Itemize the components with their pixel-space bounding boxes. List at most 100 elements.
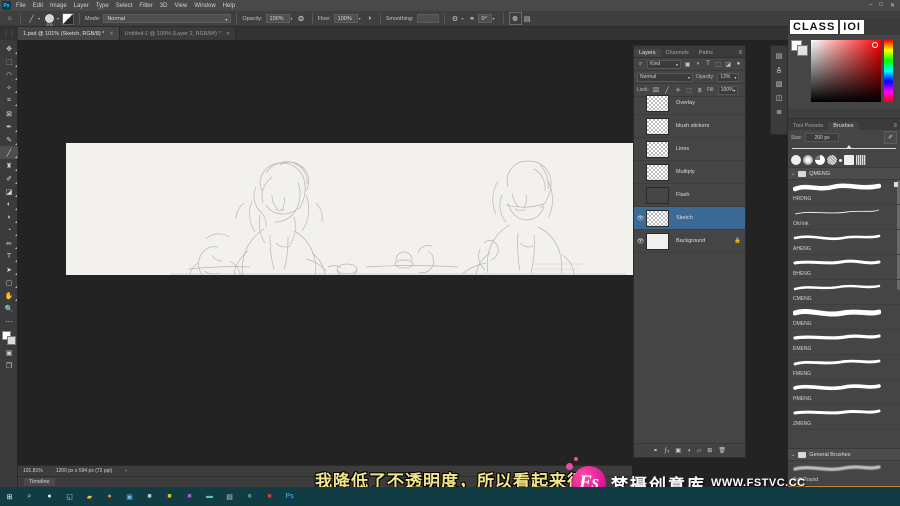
menu-edit[interactable]: Edit <box>33 3 43 9</box>
foreground-background-color[interactable] <box>0 330 18 346</box>
new-layer-icon[interactable]: ⊞ <box>707 447 712 454</box>
layer-thumbnail[interactable] <box>646 163 669 181</box>
eraser-tool[interactable]: ◪ <box>0 185 18 198</box>
brush-item[interactable]: BHENG <box>788 255 900 280</box>
menu-type[interactable]: Type <box>96 3 109 9</box>
symmetry-icon[interactable]: ⚭ <box>467 13 478 24</box>
browser-icon[interactable]: ● <box>104 491 115 502</box>
smoothing-input[interactable] <box>416 14 439 23</box>
paragraph-panel-icon[interactable]: ▧ <box>771 77 787 91</box>
brush-tip-3[interactable] <box>815 155 825 165</box>
menu-layer[interactable]: Layer <box>74 3 89 9</box>
layer-thumbnail[interactable] <box>646 209 669 227</box>
layer-row[interactable]: Flash <box>634 184 745 207</box>
brush-preset-chevron-icon[interactable]: ▾ <box>57 16 59 21</box>
move-tool[interactable]: ✥ <box>0 42 18 55</box>
brush-tip-2[interactable] <box>803 155 813 165</box>
canvas-area[interactable] <box>18 40 633 465</box>
layer-blend-mode-select[interactable]: Normal ▾ <box>637 72 693 82</box>
hand-tool[interactable]: ✋ <box>0 289 18 302</box>
screen-mode-button[interactable]: ❐ <box>0 359 18 372</box>
opacity-chevron-icon[interactable]: ▾ <box>291 16 293 21</box>
layer-thumbnail[interactable] <box>646 94 669 112</box>
brush-settings-icon[interactable] <box>62 12 75 25</box>
explorer-icon[interactable]: ▰ <box>84 491 95 502</box>
close-icon[interactable]: ✕ <box>226 31 230 37</box>
brush-item[interactable]: ZMENG <box>788 405 900 430</box>
filter-type-icon[interactable]: T <box>704 61 711 67</box>
layer-thumbnail[interactable] <box>646 117 669 135</box>
app-icon-teal[interactable]: ▬ <box>204 491 215 502</box>
app-icon-red[interactable]: ■ <box>264 491 275 502</box>
eye-icon[interactable]: 👁 <box>636 215 645 222</box>
app-icon-yellow[interactable]: ■ <box>164 491 175 502</box>
close-button[interactable]: ✕ <box>890 2 895 9</box>
tab-brushes[interactable]: Brushes <box>828 122 859 130</box>
properties-panel-icon[interactable]: ≣ <box>771 105 787 119</box>
home-icon[interactable]: ⌂ <box>4 13 15 24</box>
delete-layer-icon[interactable]: 🗑 <box>718 447 726 454</box>
opacity-input[interactable]: 100% <box>265 14 290 23</box>
brush-item[interactable]: DMENG <box>788 305 900 330</box>
layer-row[interactable]: Multiply <box>634 161 745 184</box>
pressure-size-icon[interactable]: ❁ <box>508 12 522 25</box>
brush-item[interactable]: FMENG <box>788 355 900 380</box>
angle-input[interactable]: 0° <box>477 14 492 23</box>
menu-filter[interactable]: Filter <box>139 3 152 9</box>
layer-opacity-input[interactable]: 13% ▾ <box>717 72 740 82</box>
brush-size-input[interactable]: 200 px <box>805 133 840 142</box>
gear-icon[interactable]: ⚙ <box>450 13 461 24</box>
type-tool[interactable]: T <box>0 250 18 263</box>
chevron-down-icon[interactable]: ▾ <box>38 16 40 21</box>
frame-tool[interactable]: ⊠ <box>0 107 18 120</box>
healing-brush-tool[interactable]: ✎ <box>0 133 18 146</box>
app-icon-purple[interactable]: ■ <box>184 491 195 502</box>
maximize-button[interactable]: □ <box>879 2 883 9</box>
brush-tip-6[interactable] <box>844 155 854 165</box>
panel-menu-icon[interactable]: ≡ <box>893 123 900 130</box>
quick-selection-tool[interactable]: ✧ <box>0 81 18 94</box>
filter-pixel-icon[interactable]: ▣ <box>684 61 691 68</box>
layer-list[interactable]: Overlay blush stickers Lines Multiply Fl <box>634 92 745 434</box>
tab-tool-presets[interactable]: Tool Presets <box>788 122 828 130</box>
edit-toolbar-button[interactable]: ⋯ <box>0 315 18 328</box>
layer-row[interactable]: 👁 Background 🔒 <box>634 230 745 253</box>
tab-channels[interactable]: Channels <box>661 49 694 57</box>
marquee-tool[interactable]: ⬚ <box>0 55 18 68</box>
close-icon[interactable]: ✕ <box>109 31 113 37</box>
pen-pressure-icon[interactable]: ✐ <box>884 131 897 144</box>
blur-tool[interactable]: ◗ <box>0 211 18 224</box>
menu-3d[interactable]: 3D <box>160 3 168 9</box>
layer-mask-icon[interactable]: ▣ <box>675 447 681 454</box>
character-panel-icon[interactable]: A̲ <box>771 63 787 77</box>
layer-row[interactable]: Lines <box>634 138 745 161</box>
gradient-tool[interactable]: ◐ <box>0 198 18 211</box>
background-color-swatch[interactable] <box>7 336 16 345</box>
tab-document-1[interactable]: 1.psd @ 101% (Sketch, RGB/8) * ✕ <box>18 27 120 40</box>
app-icon-green[interactable]: ■ <box>244 491 255 502</box>
hue-slider[interactable] <box>884 40 893 102</box>
slider-knob[interactable] <box>846 145 853 149</box>
airbrush-icon[interactable]: ◑ <box>364 13 375 24</box>
brush-group-qmeng[interactable]: ⌄ QMENG <box>788 167 900 180</box>
brush-item[interactable]: AHENG <box>788 230 900 255</box>
brush-item[interactable]: HRDNG <box>788 180 900 205</box>
menu-image[interactable]: Image <box>50 3 67 9</box>
taskview-icon[interactable]: ◱ <box>64 491 75 502</box>
app-icon-gray[interactable]: ■ <box>144 491 155 502</box>
link-layers-icon[interactable]: ⚭ <box>653 447 658 454</box>
color-handle-secondary[interactable] <box>813 42 819 48</box>
brush-item[interactable]: CMENG <box>788 280 900 305</box>
brush-tool-icon[interactable]: ╱ <box>26 13 37 24</box>
rectangle-tool[interactable]: ▢ <box>0 276 18 289</box>
dodge-tool[interactable]: ◔ <box>0 224 18 237</box>
brush-item[interactable]: HMENG <box>788 380 900 405</box>
layer-style-icon[interactable]: ƒₓ <box>664 448 669 454</box>
eyedropper-tool[interactable]: ✒ <box>0 120 18 133</box>
tab-bar-grip[interactable]: ⋮⋮ <box>0 27 18 40</box>
history-panel-icon[interactable]: ▤ <box>771 49 787 63</box>
brush-preview[interactable]: 200 <box>43 12 56 27</box>
brush-tip-7[interactable] <box>856 155 866 165</box>
color-handle[interactable] <box>872 42 878 48</box>
menu-select[interactable]: Select <box>116 3 133 9</box>
